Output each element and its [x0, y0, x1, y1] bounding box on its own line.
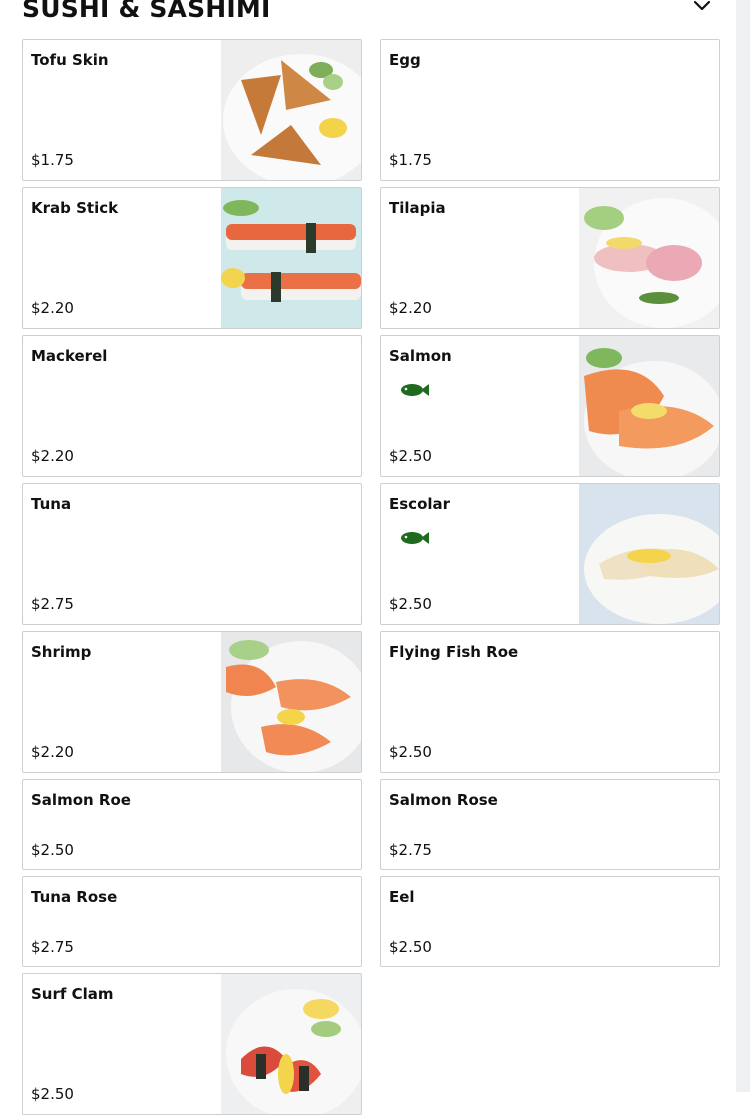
item-price: $2.75 [31, 595, 74, 613]
item-name: Eel [389, 888, 415, 906]
menu-item-card[interactable]: Salmon Roe $2.50 [22, 779, 362, 870]
item-price: $2.20 [389, 299, 432, 317]
fish-icon [401, 532, 429, 544]
item-price: $2.50 [31, 1085, 74, 1103]
item-price: $2.20 [31, 299, 74, 317]
item-name: Krab Stick [31, 199, 119, 217]
item-price: $2.50 [389, 595, 432, 613]
item-price: $2.50 [389, 743, 432, 761]
item-name: Flying Fish Roe [389, 643, 519, 661]
item-price: $2.20 [31, 743, 74, 761]
item-name: Tuna [31, 495, 72, 513]
menu-item-card[interactable]: Tuna Rose $2.75 [22, 876, 362, 967]
section-header[interactable]: SUSHI & SASHIMI [22, 0, 722, 26]
item-price: $2.75 [31, 938, 74, 956]
item-name: Tilapia [389, 199, 446, 217]
item-name: Salmon Rose [389, 791, 498, 809]
scrollbar[interactable] [736, 0, 750, 1092]
krab-stick-photo [221, 188, 361, 328]
surf-clam-photo [221, 974, 361, 1114]
tilapia-photo [579, 188, 719, 328]
salmon-photo [579, 336, 719, 476]
menu-item-card[interactable]: Tofu Skin $1.75 [22, 39, 362, 181]
item-name: Egg [389, 51, 421, 69]
shrimp-photo [221, 632, 361, 772]
menu-item-card[interactable]: Eel $2.50 [380, 876, 720, 967]
menu-item-card[interactable]: Mackerel $2.20 [22, 335, 362, 477]
item-price: $1.75 [31, 151, 74, 169]
item-price: $2.50 [31, 841, 74, 859]
escolar-photo [579, 484, 719, 624]
item-price: $2.20 [31, 447, 74, 465]
item-price: $2.50 [389, 938, 432, 956]
chevron-down-icon[interactable] [692, 0, 712, 14]
menu-item-card[interactable]: Salmon Rose $2.75 [380, 779, 720, 870]
tofu-skin-photo [221, 40, 361, 180]
item-price: $2.75 [389, 841, 432, 859]
fish-icon [401, 384, 429, 396]
item-name: Mackerel [31, 347, 108, 365]
menu-item-card[interactable]: Tuna $2.75 [22, 483, 362, 625]
menu-item-card[interactable]: Krab Stick $2.20 [22, 187, 362, 329]
item-name: Tofu Skin [31, 51, 109, 69]
item-price: $2.50 [389, 447, 432, 465]
item-price: $1.75 [389, 151, 432, 169]
item-name: Surf Clam [31, 985, 114, 1003]
menu-item-card[interactable]: Shrimp $2.20 [22, 631, 362, 773]
item-name: Escolar [389, 495, 451, 513]
item-name: Salmon Roe [31, 791, 131, 809]
menu-item-card[interactable]: Surf Clam $2.50 [22, 973, 362, 1115]
menu-item-card[interactable]: Escolar $2.50 [380, 483, 720, 625]
item-name: Salmon [389, 347, 452, 365]
item-name: Shrimp [31, 643, 92, 661]
menu-item-card[interactable]: Egg $1.75 [380, 39, 720, 181]
item-name: Tuna Rose [31, 888, 118, 906]
menu-item-card[interactable]: Salmon $2.50 [380, 335, 720, 477]
menu-item-card[interactable]: Tilapia $2.20 [380, 187, 720, 329]
section-title: SUSHI & SASHIMI [22, 0, 271, 23]
menu-item-card[interactable]: Flying Fish Roe $2.50 [380, 631, 720, 773]
